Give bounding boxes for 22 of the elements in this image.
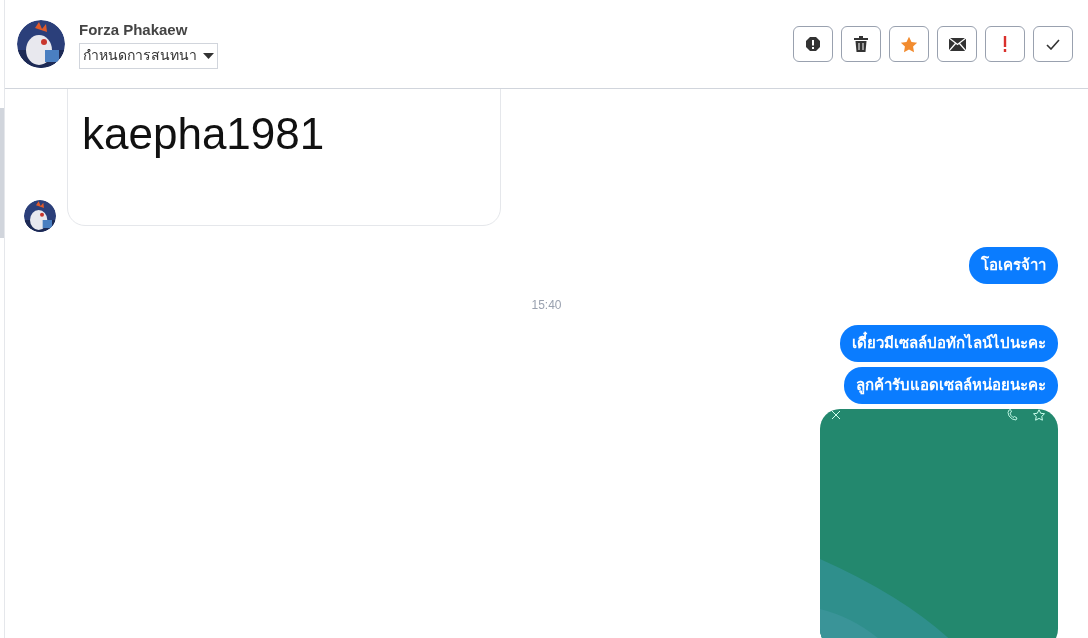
mail-button[interactable] (937, 26, 977, 62)
message-bubble: โอเครจ้าา (969, 247, 1058, 284)
envelope-icon (948, 37, 966, 51)
spam-button[interactable] (793, 26, 833, 62)
message-bubble: เดี๋ยวมีเซลล์ปอทักไลน์ไปนะคะ (840, 325, 1058, 362)
important-button[interactable] (985, 26, 1025, 62)
trash-icon (854, 36, 868, 52)
assign-dropdown[interactable]: กำหนดการสนทนา (79, 42, 218, 69)
star-icon (1033, 409, 1045, 421)
close-icon (831, 410, 841, 420)
timestamp: 15:40 (531, 297, 562, 313)
contact-name: Forza Phakaew (79, 19, 189, 40)
message-bubble: ลูกค้ารับแอดเซลล์หน่อยนะคะ (844, 367, 1058, 404)
alert-icon (805, 36, 821, 52)
check-icon (1046, 38, 1060, 50)
phone-icon (1007, 409, 1018, 421)
message-bubble: kaepha1981 (67, 89, 501, 226)
exclamation-icon (1003, 36, 1007, 52)
caret-icon (203, 52, 214, 59)
star-button[interactable] (889, 26, 929, 62)
delete-button[interactable] (841, 26, 881, 62)
done-button[interactable] (1033, 26, 1073, 62)
